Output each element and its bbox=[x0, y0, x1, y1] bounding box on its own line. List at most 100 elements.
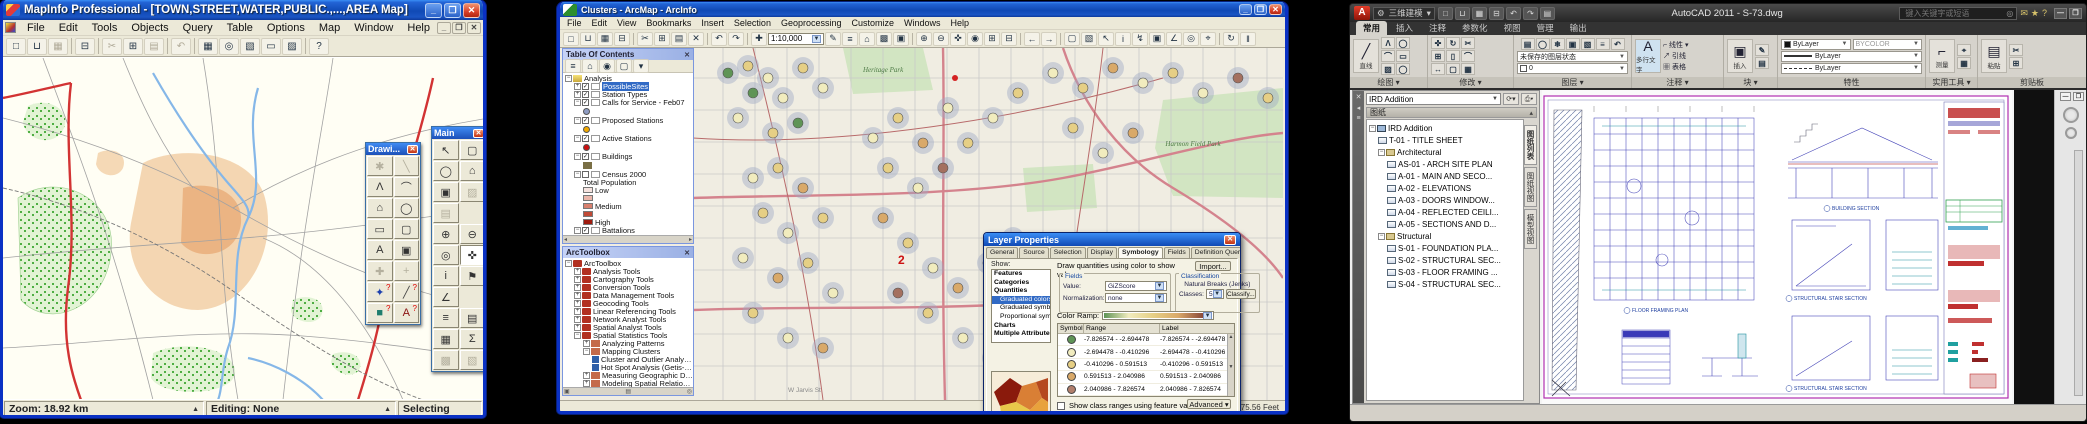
change-view-tool[interactable]: ◎ bbox=[433, 245, 459, 265]
quick-calc-icon[interactable]: ▦ bbox=[1957, 57, 1971, 69]
show-option-categories[interactable]: Categories bbox=[992, 279, 1050, 288]
selecting-status-pane[interactable]: Selecting bbox=[398, 401, 482, 417]
main-toolbar-titlebar[interactable]: Main ✕ bbox=[432, 127, 483, 139]
expand-icon[interactable]: + bbox=[574, 300, 581, 307]
id-point-icon[interactable]: ⌖ bbox=[1957, 44, 1971, 56]
reshape-tool[interactable]: ✚ bbox=[367, 261, 393, 281]
visibility-checkbox[interactable]: ✓ bbox=[582, 227, 589, 234]
toc-item-battalions[interactable]: −✓Battalions bbox=[563, 226, 693, 234]
properties-panel-label[interactable]: 特性 bbox=[1778, 77, 1925, 88]
grabber-tool[interactable]: ✜ bbox=[460, 245, 484, 265]
undo-icon[interactable]: ↶ bbox=[1506, 7, 1521, 20]
auto-hide-icon[interactable]: ◂ bbox=[1357, 104, 1361, 112]
mapinfo-menu-tools[interactable]: Tools bbox=[85, 21, 125, 35]
clipboard-panel-label[interactable]: 剪贴板 bbox=[1978, 77, 2086, 88]
import-button[interactable]: Import... bbox=[1195, 261, 1231, 271]
line-tool[interactable]: ╱直线 bbox=[1353, 39, 1379, 73]
symbology-row[interactable]: 2.040986 - 7.8265742.040986 - 7.826574 bbox=[1058, 384, 1234, 396]
palette-tab-图纸视图[interactable]: 图纸视图 bbox=[1524, 167, 1537, 207]
ribbon-tab-注释[interactable]: 注释 bbox=[1422, 21, 1453, 35]
block-panel-label[interactable]: 块 ▾ bbox=[1724, 77, 1777, 88]
visibility-checkbox[interactable]: ✓ bbox=[582, 135, 589, 142]
zoom-wheel-icon[interactable] bbox=[2065, 127, 2077, 139]
toc-item-symbol[interactable] bbox=[563, 106, 693, 116]
expand-icon[interactable]: + bbox=[574, 316, 581, 323]
collapse-icon[interactable]: − bbox=[574, 171, 581, 178]
cut-icon[interactable]: ✂ bbox=[2009, 44, 2023, 56]
viewport-restore-icon[interactable]: ❐ bbox=[2073, 92, 2084, 101]
show-option-charts[interactable]: Charts bbox=[992, 322, 1050, 331]
modify-panel-label[interactable]: 修改 ▾ bbox=[1428, 77, 1513, 88]
info-tool[interactable]: i bbox=[433, 266, 459, 286]
ribbon-tab-输出[interactable]: 输出 bbox=[1563, 21, 1594, 35]
qnew-icon[interactable]: □ bbox=[1438, 7, 1453, 20]
expand-icon[interactable]: + bbox=[574, 91, 581, 98]
list-by-source-icon[interactable]: ⌂ bbox=[582, 59, 598, 73]
expand-icon[interactable]: + bbox=[574, 268, 581, 275]
expand-icon[interactable]: + bbox=[583, 380, 590, 387]
toc-item-low[interactable]: Low bbox=[563, 186, 693, 194]
polygon-select-tool[interactable]: ⌂ bbox=[460, 161, 484, 181]
collapse-icon[interactable]: − bbox=[574, 99, 581, 106]
mapinfo-menu-edit[interactable]: Edit bbox=[52, 21, 85, 35]
table-of-contents-icon[interactable]: ≡ bbox=[842, 32, 858, 46]
arcmap-menu-customize[interactable]: Customize bbox=[847, 18, 900, 28]
forward-icon[interactable]: → bbox=[1041, 32, 1057, 46]
sheet-set-combo[interactable]: IRD Addition▼ bbox=[1366, 93, 1501, 105]
collapse-icon[interactable]: − bbox=[574, 135, 581, 142]
toc-item-symbol[interactable] bbox=[563, 124, 693, 134]
toc-item-medium[interactable]: Medium bbox=[563, 202, 693, 210]
draw-panel-label[interactable]: 绘图 ▾ bbox=[1350, 77, 1427, 88]
close-icon[interactable]: ✕ bbox=[407, 145, 418, 154]
color-ramp-combo[interactable]: ▼ bbox=[1102, 311, 1214, 320]
command-line-area[interactable] bbox=[1350, 404, 2086, 422]
dialog-titlebar[interactable]: Layer Properties ✕ bbox=[984, 233, 1240, 246]
collapse-icon[interactable]: − bbox=[583, 348, 590, 355]
sheet-item-a-05-sections-and-d[interactable]: A-05 - SECTIONS AND D... bbox=[1367, 218, 1523, 230]
expand-icon[interactable]: + bbox=[574, 308, 581, 315]
table-tool[interactable]: ▦ 表格 bbox=[1663, 62, 1689, 72]
publish-icon[interactable]: ⎙▾ bbox=[1521, 93, 1537, 105]
toc-horizontal-scrollbar[interactable]: ◂▸ bbox=[563, 235, 693, 243]
child-restore-button[interactable]: ❐ bbox=[452, 22, 466, 34]
list-by-selection-icon[interactable]: ▢ bbox=[616, 59, 632, 73]
paste-icon[interactable]: ▤ bbox=[144, 38, 164, 55]
toc-item-proposed-stations[interactable]: −✓Proposed Stations bbox=[563, 116, 693, 124]
toolbox-icon[interactable]: ▩ bbox=[876, 32, 892, 46]
expand-icon[interactable]: + bbox=[574, 292, 581, 299]
layer-prev-icon[interactable]: ↶ bbox=[1611, 38, 1625, 50]
layer-control-tool[interactable]: ≡ bbox=[433, 308, 459, 328]
mapinfo-menu-objects[interactable]: Objects bbox=[124, 21, 175, 35]
open-icon[interactable]: ⊔ bbox=[580, 32, 596, 46]
sheet-item-t-01-title-sheet[interactable]: T-01 - TITLE SHEET bbox=[1367, 134, 1523, 146]
help-icon[interactable]: ? bbox=[2042, 8, 2047, 19]
search-input[interactable] bbox=[1903, 8, 2006, 19]
symbology-row[interactable]: 0.591513 - 2.0409860.591513 - 2.040986 bbox=[1058, 371, 1234, 383]
current-layer-combo[interactable]: 0▼ bbox=[1517, 63, 1628, 74]
drawing-canvas[interactable]: FLOOR FRAMING PLAN BUILDING SECTION STRU… bbox=[1540, 90, 2086, 404]
block-edit-icon[interactable]: ✎ bbox=[1755, 44, 1769, 56]
tab-general[interactable]: General bbox=[986, 247, 1018, 258]
array-icon[interactable]: ▦ bbox=[1461, 63, 1475, 75]
new-icon[interactable]: □ bbox=[6, 38, 26, 55]
layer-off-icon[interactable]: ◯ bbox=[1536, 38, 1550, 50]
ellipse-tool[interactable]: ◯ bbox=[394, 198, 420, 218]
fixed-zoom-out-icon[interactable]: ⊟ bbox=[1001, 32, 1017, 46]
stretch-icon[interactable]: ↔ bbox=[1431, 63, 1445, 75]
paste-icon[interactable]: ▤ bbox=[671, 32, 687, 46]
polyline-tool[interactable]: Λ bbox=[367, 177, 393, 197]
open-icon[interactable]: ⊔ bbox=[27, 38, 47, 55]
minimize-button[interactable]: _ bbox=[425, 3, 442, 18]
palette-titlebar[interactable]: ✕ ◂ ≡ bbox=[1353, 91, 1364, 403]
refresh-icon[interactable]: ↻ bbox=[1223, 32, 1239, 46]
new-redistricter-icon[interactable]: ▨ bbox=[282, 38, 302, 55]
restore-button[interactable]: ❐ bbox=[2069, 8, 2082, 19]
table-scrollbar[interactable]: ▲▼ bbox=[1227, 334, 1234, 396]
copy-icon[interactable]: ⊞ bbox=[123, 38, 143, 55]
toc-item-symbol[interactable] bbox=[563, 194, 693, 202]
collapse-icon[interactable]: − bbox=[1378, 149, 1385, 156]
expand-icon[interactable]: + bbox=[574, 83, 581, 90]
block-attr-icon[interactable]: ▤ bbox=[1755, 57, 1769, 69]
arcmap-menu-help[interactable]: Help bbox=[946, 18, 975, 28]
drag-map-window-tool[interactable]: ▤ bbox=[433, 203, 459, 223]
